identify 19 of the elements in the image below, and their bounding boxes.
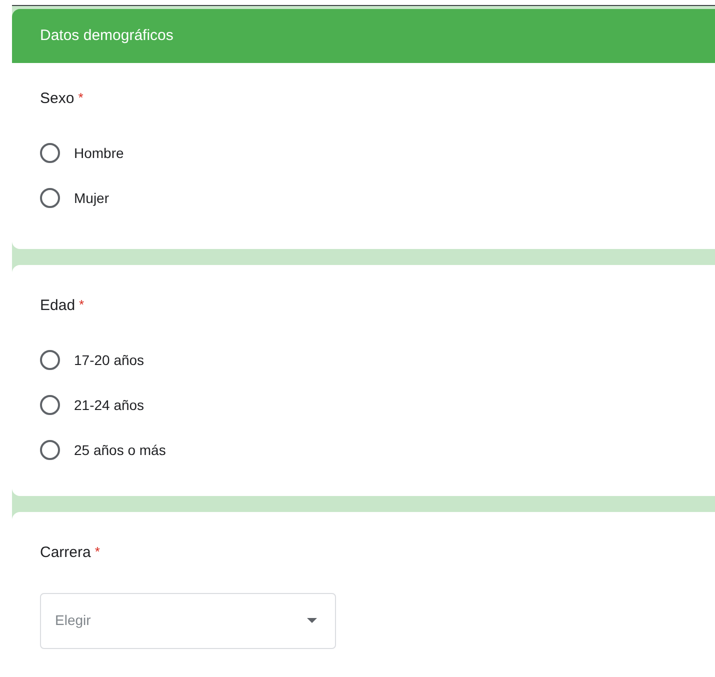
caret-icon (307, 618, 317, 623)
radio-button[interactable] (40, 395, 60, 415)
radio-button[interactable] (40, 440, 60, 460)
question-label: Carrera (40, 543, 91, 563)
required-mark: * (94, 543, 100, 561)
option-label: 25 años o más (74, 440, 166, 460)
radio-button[interactable] (40, 188, 60, 208)
section-header: Datos demográficos (12, 9, 715, 63)
option-label: Mujer (74, 188, 110, 208)
required-mark: * (79, 296, 84, 314)
radio-button[interactable] (40, 143, 60, 163)
option-label: 21-24 años (74, 396, 144, 414)
option-label: Hombre (74, 144, 124, 162)
dropdown-field[interactable]: Elegir (40, 592, 336, 648)
option-label: 17-20 años (74, 350, 144, 370)
question-label: Sexo (40, 89, 74, 109)
radio-button[interactable] (40, 350, 60, 370)
question-label: Edad (40, 296, 76, 316)
required-mark: * (78, 89, 84, 107)
